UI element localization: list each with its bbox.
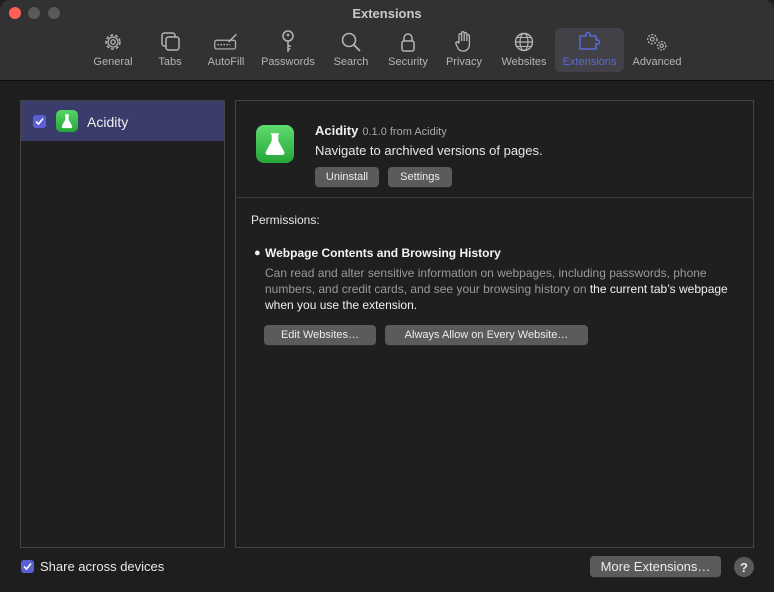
extension-detail-pane: Acidity 0.1.0 from Acidity Navigate to ar… — [235, 100, 754, 548]
toolbar-privacy[interactable]: Privacy — [441, 28, 487, 72]
toolbar-passwords[interactable]: Passwords — [257, 28, 319, 72]
toolbar-label: Extensions — [562, 56, 617, 68]
extension-title: Acidity 0.1.0 from Acidity — [315, 123, 447, 138]
flask-icon — [256, 125, 294, 163]
more-extensions-button[interactable]: More Extensions… — [590, 556, 721, 577]
toolbar-search[interactable]: Search — [329, 28, 373, 72]
list-item-acidity[interactable]: Acidity — [21, 101, 224, 141]
toolbar-advanced[interactable]: Advanced — [629, 28, 685, 72]
globe-icon — [511, 30, 537, 54]
extension-description: Navigate to archived versions of pages. — [315, 143, 543, 158]
share-across-devices-checkbox[interactable] — [21, 560, 34, 573]
key-icon — [275, 30, 301, 54]
help-button[interactable]: ? — [734, 557, 754, 577]
autofill-icon — [213, 30, 239, 54]
titlebar: Extensions General Tabs AutoFill Passwor… — [0, 0, 774, 81]
toolbar-tabs[interactable]: Tabs — [151, 28, 189, 72]
always-allow-button[interactable]: Always Allow on Every Website… — [385, 325, 588, 345]
tabs-icon — [157, 30, 183, 54]
toolbar-label: Privacy — [445, 56, 483, 68]
extension-name: Acidity — [315, 123, 359, 138]
extension-list-name: Acidity — [87, 114, 129, 130]
toolbar-label: Websites — [501, 56, 547, 68]
extensions-list: Acidity — [20, 100, 225, 548]
gear-icon — [100, 30, 126, 54]
puzzle-icon — [577, 30, 603, 54]
toolbar-autofill[interactable]: AutoFill — [200, 28, 252, 72]
search-icon — [338, 30, 364, 54]
divider — [236, 197, 753, 198]
extension-version: 0.1.0 from Acidity — [362, 126, 447, 138]
toolbar-label: Search — [333, 56, 369, 68]
permission-end: . — [413, 298, 418, 312]
extensions-window: Extensions General Tabs AutoFill Passwor… — [0, 0, 774, 592]
checkmark-icon — [35, 117, 44, 126]
hand-icon — [451, 30, 477, 54]
permission-description: Can read and alter sensitive information… — [265, 265, 735, 313]
toolbar-label: Advanced — [632, 56, 682, 68]
toolbar-security[interactable]: Security — [382, 28, 434, 72]
toolbar-label: AutoFill — [207, 56, 245, 68]
checkmark-icon — [23, 562, 32, 571]
window-title: Extensions — [352, 6, 422, 21]
lock-icon — [395, 30, 421, 54]
gears-icon — [644, 30, 670, 54]
toolbar-label: General — [93, 56, 133, 68]
permission-title: Webpage Contents and Browsing History — [265, 246, 501, 260]
bullet: ● — [254, 247, 261, 259]
permissions-heading: Permissions: — [251, 213, 320, 227]
toolbar-general[interactable]: General — [90, 28, 136, 72]
toolbar-label: Passwords — [261, 56, 315, 68]
edit-websites-button[interactable]: Edit Websites… — [264, 325, 376, 345]
share-across-devices-label: Share across devices — [40, 559, 165, 574]
toolbar-websites[interactable]: Websites — [496, 28, 552, 72]
settings-button[interactable]: Settings — [388, 167, 452, 187]
uninstall-button[interactable]: Uninstall — [315, 167, 379, 187]
extension-enabled-checkbox[interactable] — [33, 115, 46, 128]
toolbar-label: Tabs — [158, 56, 182, 68]
toolbar-label: Security — [388, 56, 428, 68]
toolbar-extensions[interactable]: Extensions — [555, 28, 624, 72]
flask-icon — [56, 110, 78, 132]
